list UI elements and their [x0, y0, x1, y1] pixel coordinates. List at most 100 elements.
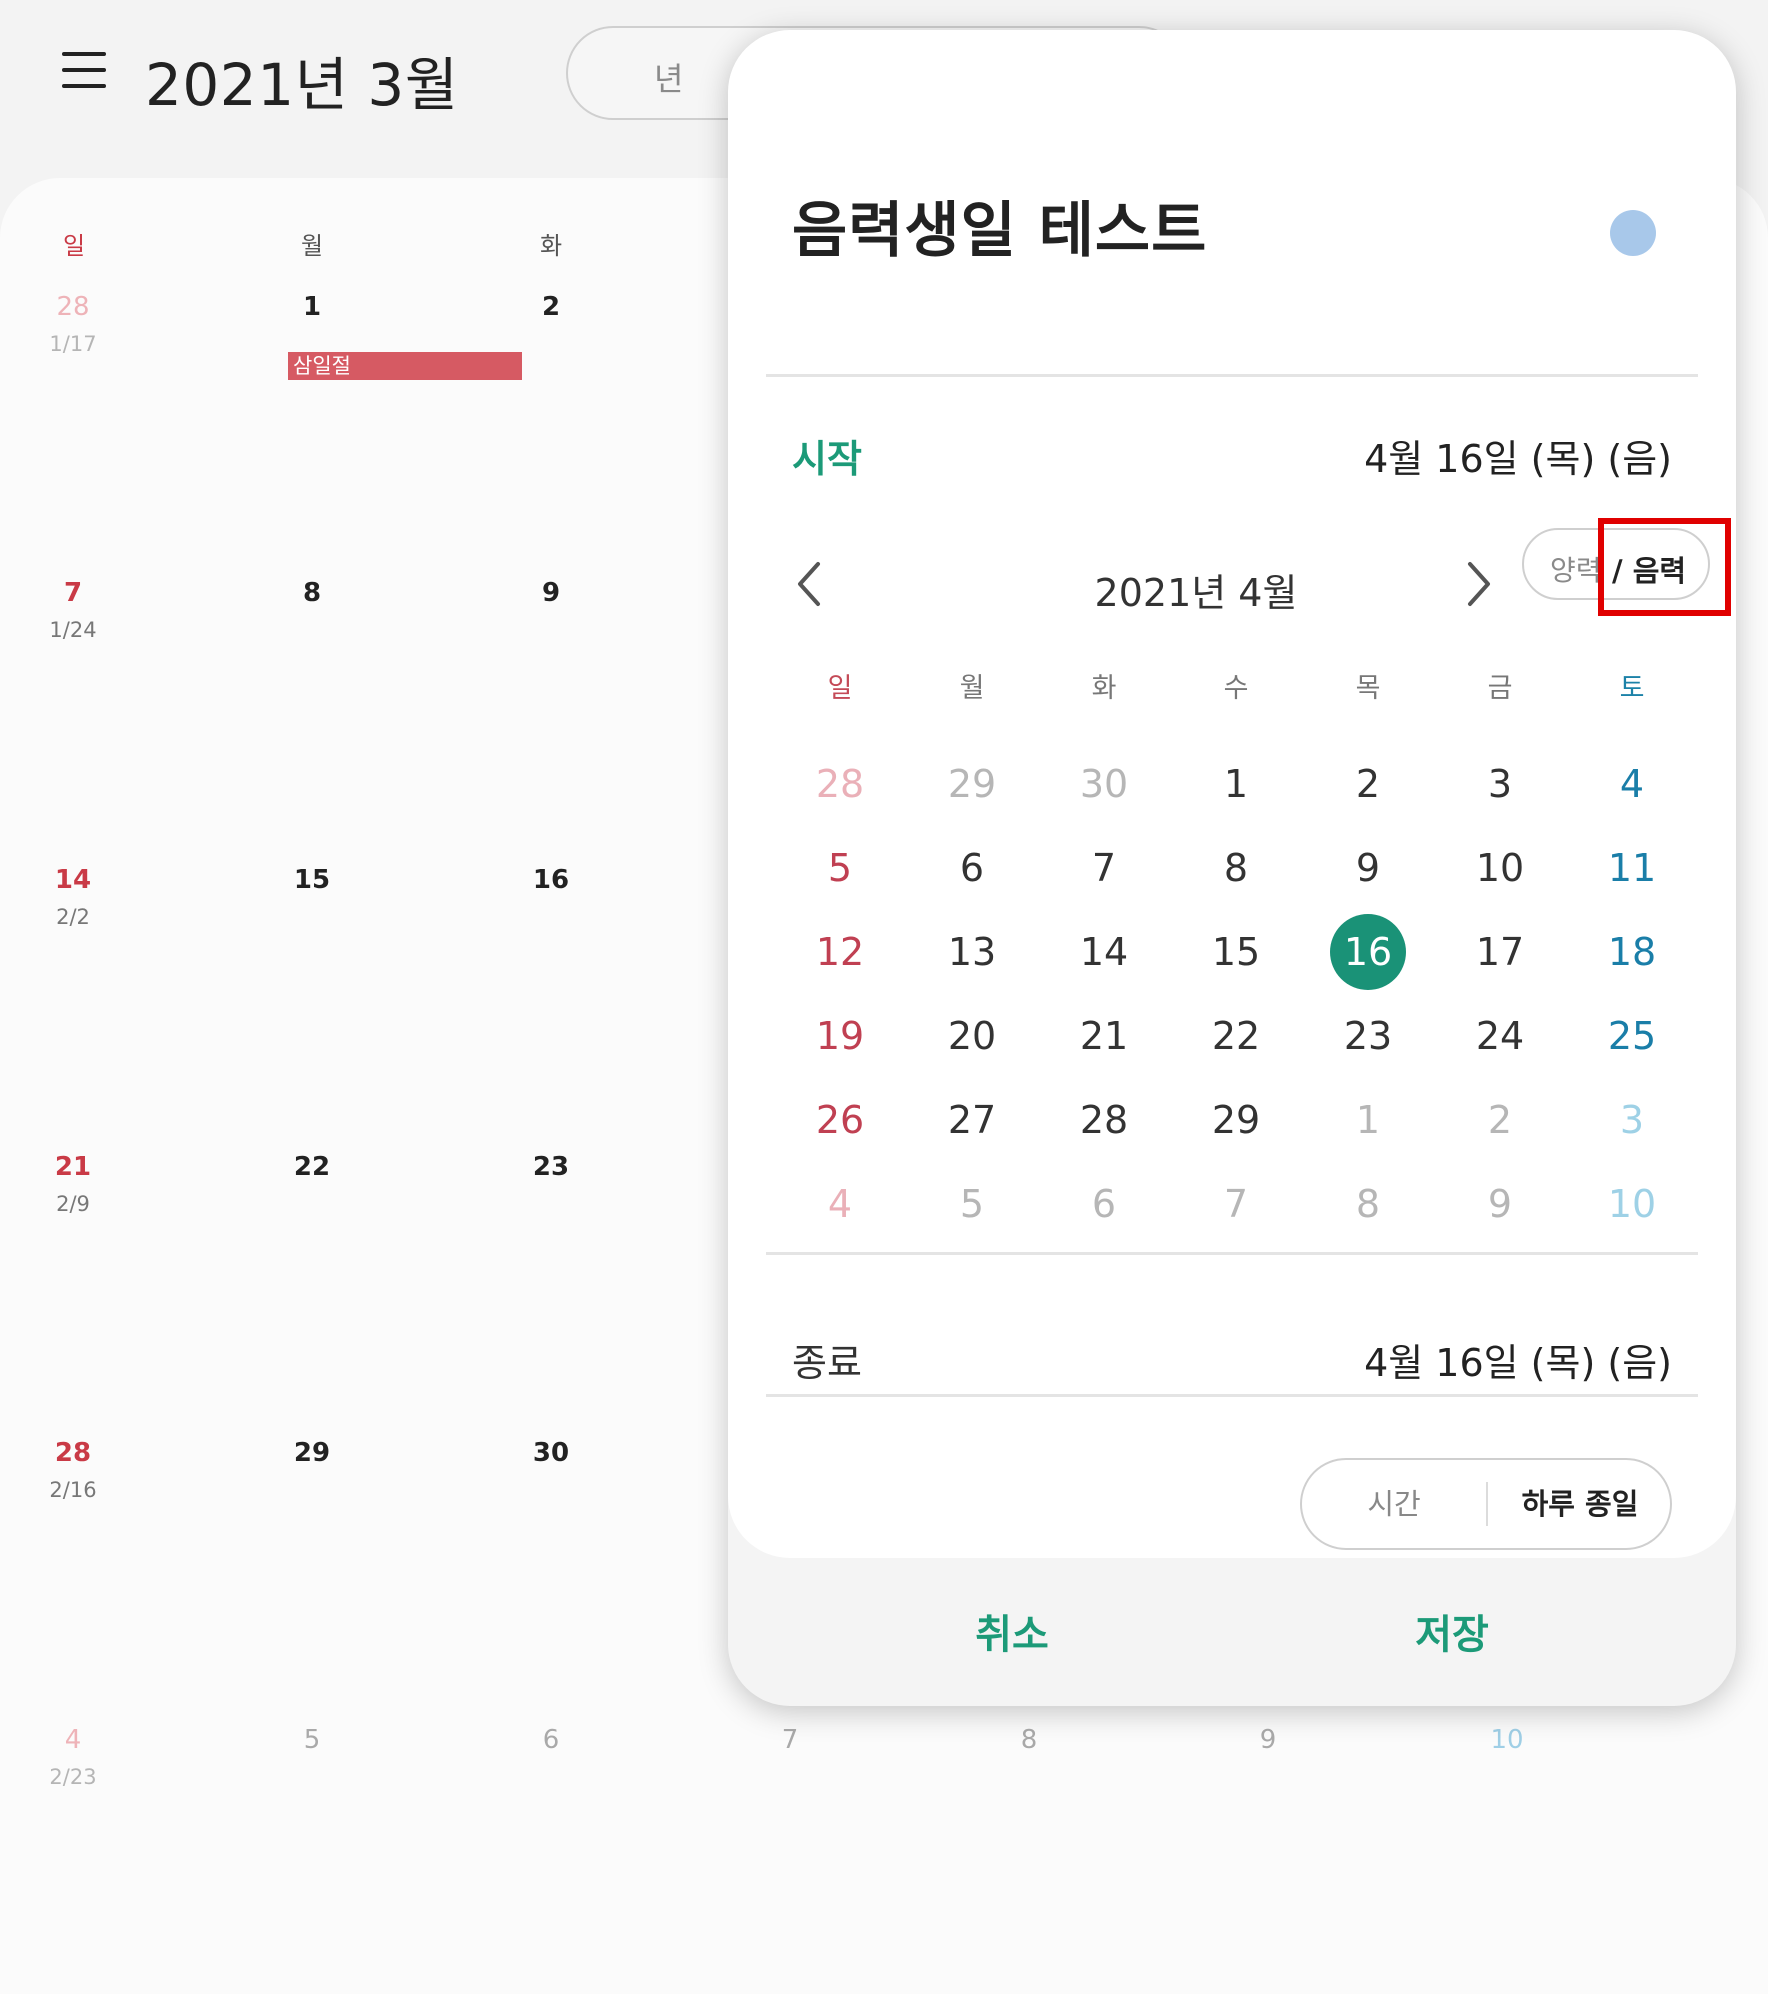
month-day-number: 5: [303, 1725, 321, 1755]
picker-day[interactable]: 14: [1064, 912, 1144, 992]
picker-day[interactable]: 27: [932, 1080, 1012, 1160]
picker-day[interactable]: 28: [800, 744, 880, 824]
picker-day[interactable]: 24: [1460, 996, 1540, 1076]
month-day-cell[interactable]: 22: [252, 1150, 372, 1184]
month-day-cell[interactable]: 6: [491, 1723, 611, 1757]
picker-day[interactable]: 2: [1328, 744, 1408, 824]
picker-day[interactable]: 8: [1328, 1164, 1408, 1244]
month-day-cell[interactable]: 23: [491, 1150, 611, 1184]
event-dialog: 음력생일 테스트 시작 4월 16일 (목) (음) 2021년 4월 양력 /…: [728, 30, 1736, 1706]
month-day-cell[interactable]: 10: [1447, 1723, 1567, 1757]
picker-day[interactable]: 2: [1460, 1080, 1540, 1160]
picker-day[interactable]: 28: [1064, 1080, 1144, 1160]
month-day-number: 9: [541, 578, 561, 608]
picker-day[interactable]: 11: [1592, 828, 1672, 908]
picker-weekday-label: 목: [1355, 673, 1381, 704]
month-day-cell[interactable]: 28 2/16: [13, 1436, 133, 1502]
picker-day[interactable]: 10: [1460, 828, 1540, 908]
month-day-cell[interactable]: 30: [491, 1436, 611, 1470]
highlight-annotation: [1598, 518, 1731, 616]
time-option[interactable]: 시간: [1302, 1460, 1486, 1548]
view-option-year[interactable]: 년: [654, 54, 683, 100]
month-day-cell[interactable]: 29: [252, 1436, 372, 1470]
color-picker-dot[interactable]: [1610, 210, 1656, 256]
picker-day[interactable]: 9: [1460, 1164, 1540, 1244]
holiday-event[interactable]: 삼일절: [288, 352, 522, 380]
picker-day[interactable]: 1: [1328, 1080, 1408, 1160]
picker-day[interactable]: 20: [932, 996, 1012, 1076]
month-day-number: 8: [1020, 1725, 1038, 1755]
month-day-cell[interactable]: 15: [252, 863, 372, 897]
time-allday-toggle[interactable]: 시간 하루 종일: [1300, 1458, 1672, 1550]
picker-weekday-label: 화: [1091, 673, 1117, 704]
picker-day[interactable]: 17: [1460, 912, 1540, 992]
picker-day[interactable]: 7: [1196, 1164, 1276, 1244]
menu-icon[interactable]: [62, 52, 106, 96]
start-date-value[interactable]: 4월 16일 (목) (음): [1364, 428, 1672, 483]
divider: [766, 1252, 1698, 1255]
allday-option[interactable]: 하루 종일: [1488, 1460, 1672, 1548]
month-day-cell[interactable]: 7 1/24: [13, 576, 133, 642]
month-day-cell[interactable]: 14 2/2: [13, 863, 133, 929]
picker-day[interactable]: 10: [1592, 1164, 1672, 1244]
start-label: 시작: [792, 437, 862, 481]
month-day-cell[interactable]: 16: [491, 863, 611, 897]
month-day-number: 2: [541, 292, 561, 322]
end-date-value[interactable]: 4월 16일 (목) (음): [1364, 1332, 1672, 1387]
next-month-chevron-icon[interactable]: [1456, 558, 1500, 610]
month-day-cell[interactable]: 21 2/9: [13, 1150, 133, 1216]
picker-weekday-label: 수: [1223, 673, 1249, 704]
month-day-number: 16: [532, 865, 570, 895]
picker-day[interactable]: 29: [1196, 1080, 1276, 1160]
lunar-date-label: 2/2: [56, 905, 90, 929]
picker-day[interactable]: 12: [800, 912, 880, 992]
month-day-cell[interactable]: 1: [252, 290, 372, 324]
picker-day[interactable]: 6: [1064, 1164, 1144, 1244]
lunar-date-label: 1/17: [49, 332, 97, 356]
picker-day[interactable]: 19: [800, 996, 880, 1076]
month-day-cell[interactable]: 8: [252, 576, 372, 610]
picker-day[interactable]: 15: [1196, 912, 1276, 992]
picker-day[interactable]: 1: [1196, 744, 1276, 824]
picker-day[interactable]: 9: [1328, 828, 1408, 908]
picker-day[interactable]: 4: [800, 1164, 880, 1244]
month-day-number: 6: [542, 1725, 560, 1755]
month-day-number: 9: [1259, 1725, 1277, 1755]
picker-day[interactable]: 21: [1064, 996, 1144, 1076]
save-button[interactable]: 저장: [1332, 1600, 1572, 1670]
month-day-cell[interactable]: 2: [491, 290, 611, 324]
picker-day[interactable]: 3: [1460, 744, 1540, 824]
picker-weekday-label: 토: [1619, 673, 1645, 704]
cancel-button[interactable]: 취소: [892, 1600, 1132, 1670]
picker-day[interactable]: 25: [1592, 996, 1672, 1076]
month-day-number: 29: [293, 1438, 331, 1468]
picker-day[interactable]: 23: [1328, 996, 1408, 1076]
picker-day[interactable]: 22: [1196, 996, 1276, 1076]
picker-weekday-label: 일: [827, 673, 853, 704]
picker-day[interactable]: 26: [800, 1080, 880, 1160]
month-day-cell[interactable]: 28 1/17: [13, 290, 133, 356]
month-day-cell[interactable]: 9: [1208, 1723, 1328, 1757]
month-day-cell[interactable]: 7: [730, 1723, 850, 1757]
picker-day[interactable]: 3: [1592, 1080, 1672, 1160]
month-day-cell[interactable]: 5: [252, 1723, 372, 1757]
month-title: 2021년 3월: [145, 51, 459, 119]
picker-day[interactable]: 7: [1064, 828, 1144, 908]
picker-day[interactable]: 5: [932, 1164, 1012, 1244]
month-day-cell[interactable]: 9: [491, 576, 611, 610]
picker-day[interactable]: 18: [1592, 912, 1672, 992]
picker-day[interactable]: 30: [1064, 744, 1144, 824]
picker-day[interactable]: 4: [1592, 744, 1672, 824]
month-day-cell[interactable]: 4 2/23: [13, 1723, 133, 1789]
picker-day-selected[interactable]: 16: [1330, 914, 1406, 990]
picker-day[interactable]: 5: [800, 828, 880, 908]
picker-day[interactable]: 8: [1196, 828, 1276, 908]
event-title[interactable]: 음력생일 테스트: [792, 182, 1207, 269]
month-day-cell[interactable]: 8: [969, 1723, 1089, 1757]
divider: [766, 374, 1698, 377]
picker-day[interactable]: 13: [932, 912, 1012, 992]
solar-option[interactable]: 양력: [1550, 549, 1602, 589]
prev-month-chevron-icon[interactable]: [788, 558, 832, 610]
picker-day[interactable]: 29: [932, 744, 1012, 824]
picker-day[interactable]: 6: [932, 828, 1012, 908]
